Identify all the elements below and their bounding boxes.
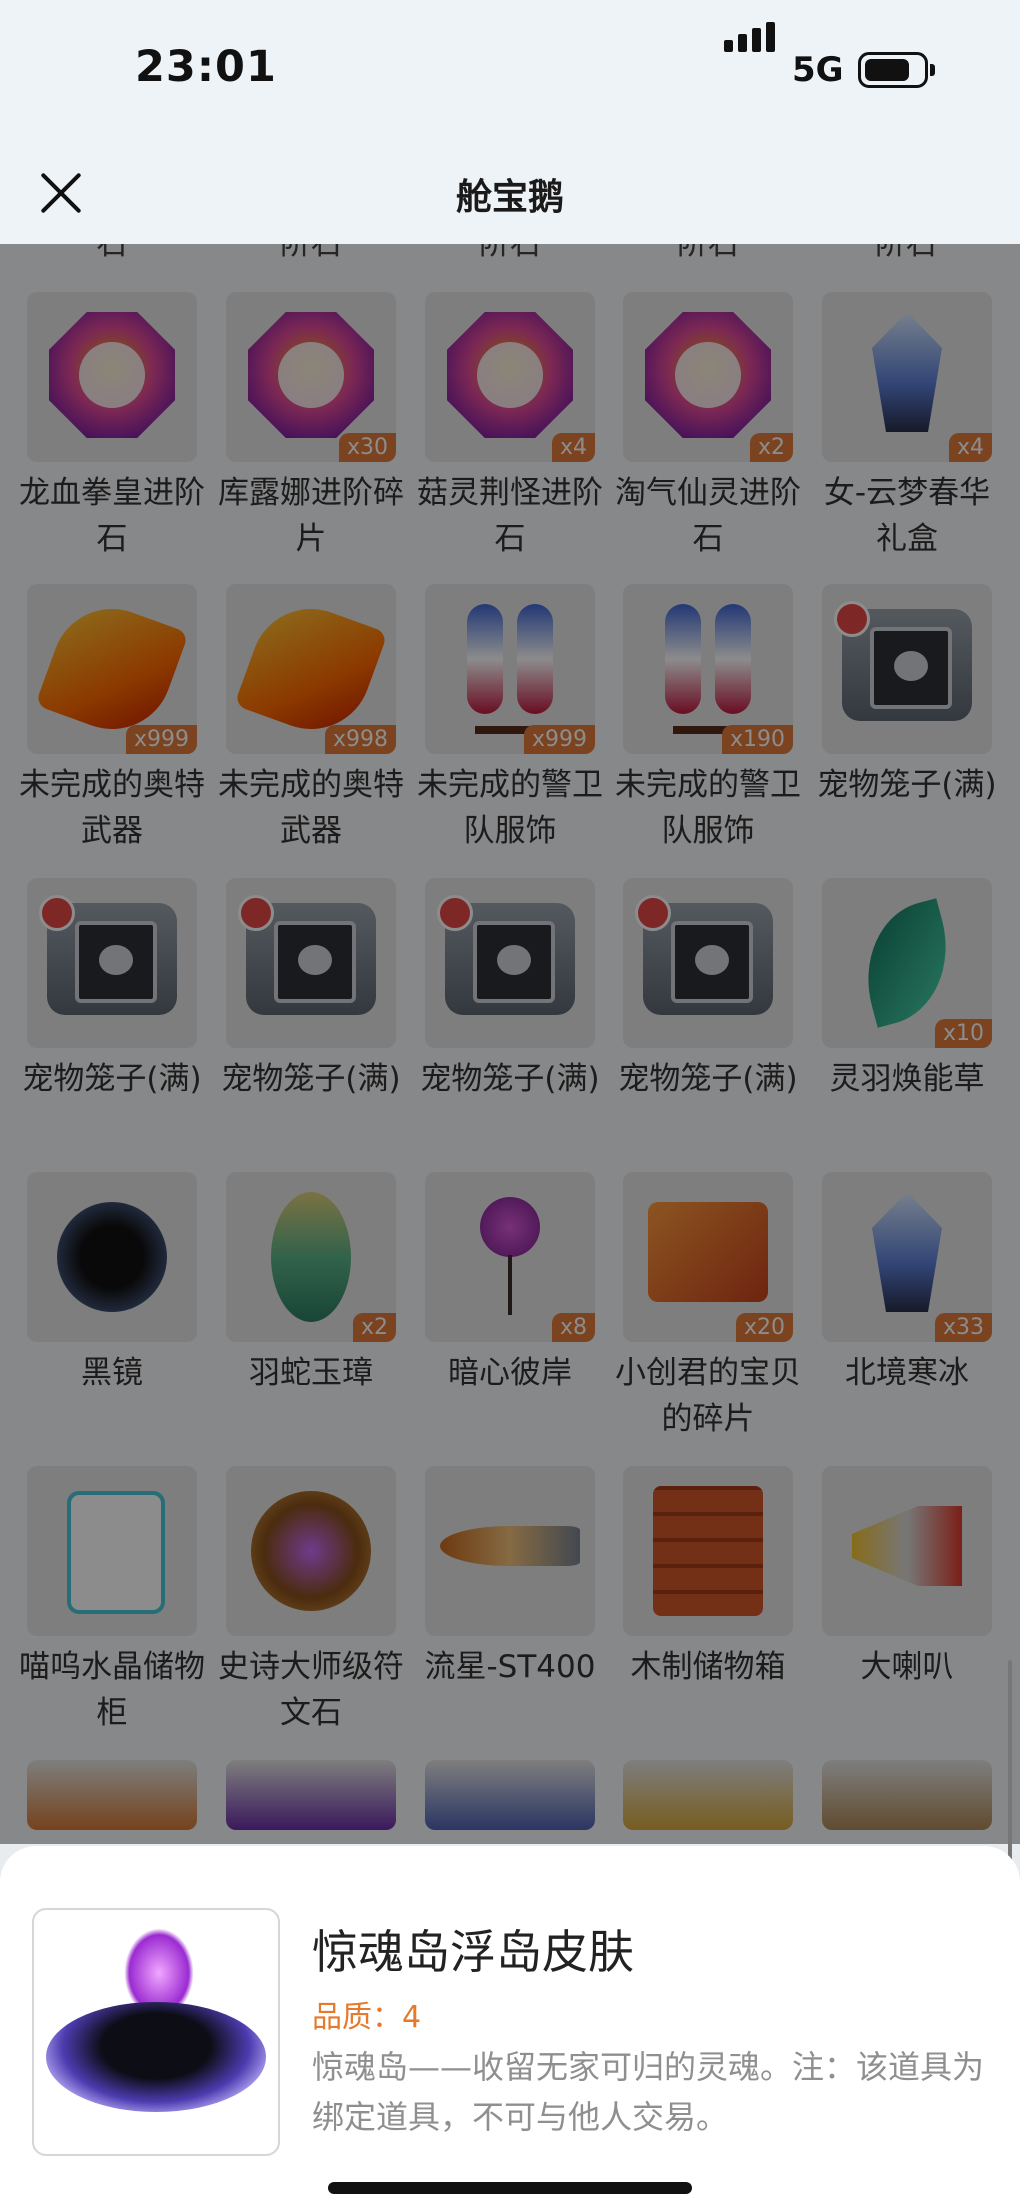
dim-overlay[interactable] (0, 244, 1020, 1844)
detail-quality: 品质：4 (312, 2000, 422, 2035)
home-indicator[interactable] (328, 2182, 692, 2194)
detail-description: 惊魂岛——收留无家可归的灵魂。注：该道具为绑定道具，不可与他人交易。 (312, 2048, 985, 2136)
item-detail-sheet: 惊魂岛浮岛皮肤 品质：4 惊魂岛——收留无家可归的灵魂。注：该道具为绑定道具，不… (0, 1846, 1020, 2211)
detail-title: 惊魂岛浮岛皮肤 (312, 1925, 634, 1979)
floating-island-icon (46, 2002, 266, 2112)
network-type: 5G (792, 50, 844, 90)
nav-bar: 舱宝鹅 (0, 140, 1020, 244)
page-title: 舱宝鹅 (455, 177, 564, 218)
detail-thumbnail (32, 1908, 280, 2156)
battery-icon (858, 52, 935, 88)
status-time: 23:01 (135, 42, 277, 92)
status-bar: 23:01 5G (0, 0, 1020, 140)
